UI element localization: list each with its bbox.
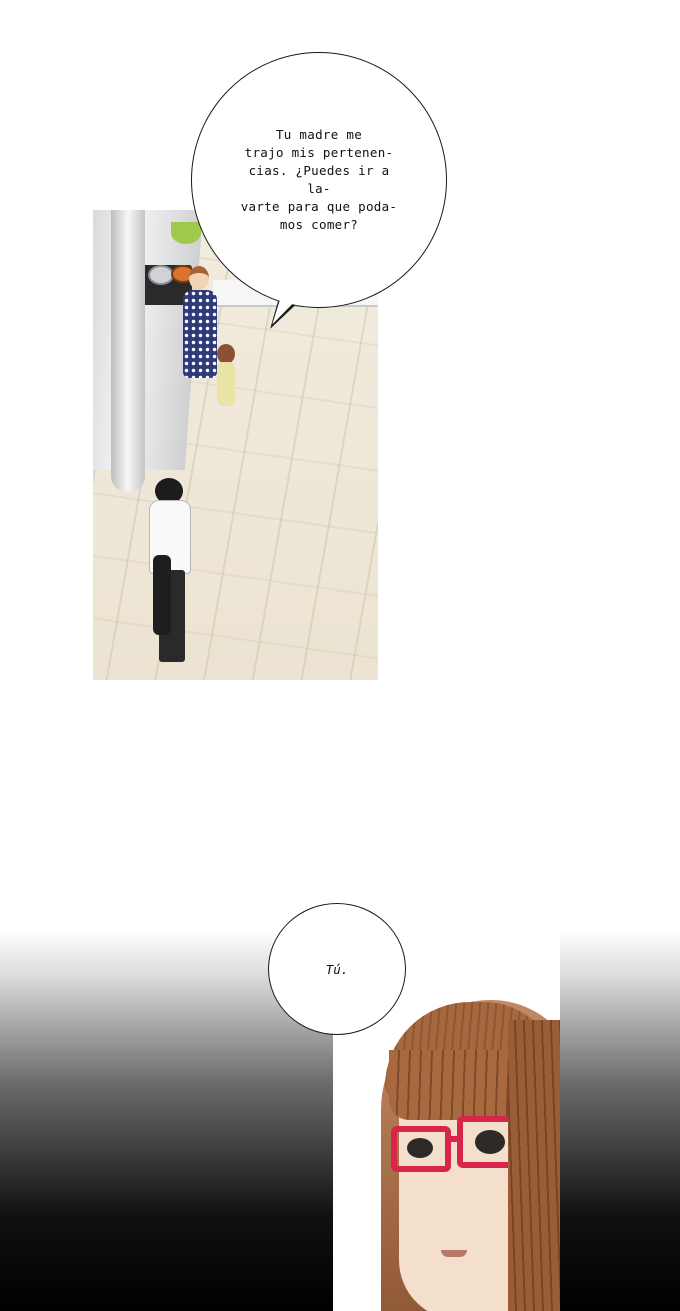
glasses-left-lens — [391, 1126, 451, 1172]
speech-bubble-2-text: Tú. — [325, 961, 349, 977]
man-jacket — [153, 555, 171, 635]
girl-mouth — [441, 1250, 467, 1257]
child-head — [217, 344, 235, 364]
green-bowl — [171, 222, 201, 244]
child-figure — [217, 362, 235, 406]
speech-bubble-1-text: Tu madre me trajo mis pertenen- cias. ¿P… — [240, 127, 398, 232]
glasses-bridge — [449, 1136, 459, 1142]
mother-head — [189, 266, 209, 290]
white-pillar — [111, 210, 145, 492]
speech-bubble-2: Tú. — [268, 903, 406, 1035]
speech-bubble-1: Tu madre me trajo mis pertenen- cias. ¿P… — [191, 52, 447, 308]
mother-figure — [183, 290, 217, 378]
girl-hair-side — [508, 1020, 560, 1311]
